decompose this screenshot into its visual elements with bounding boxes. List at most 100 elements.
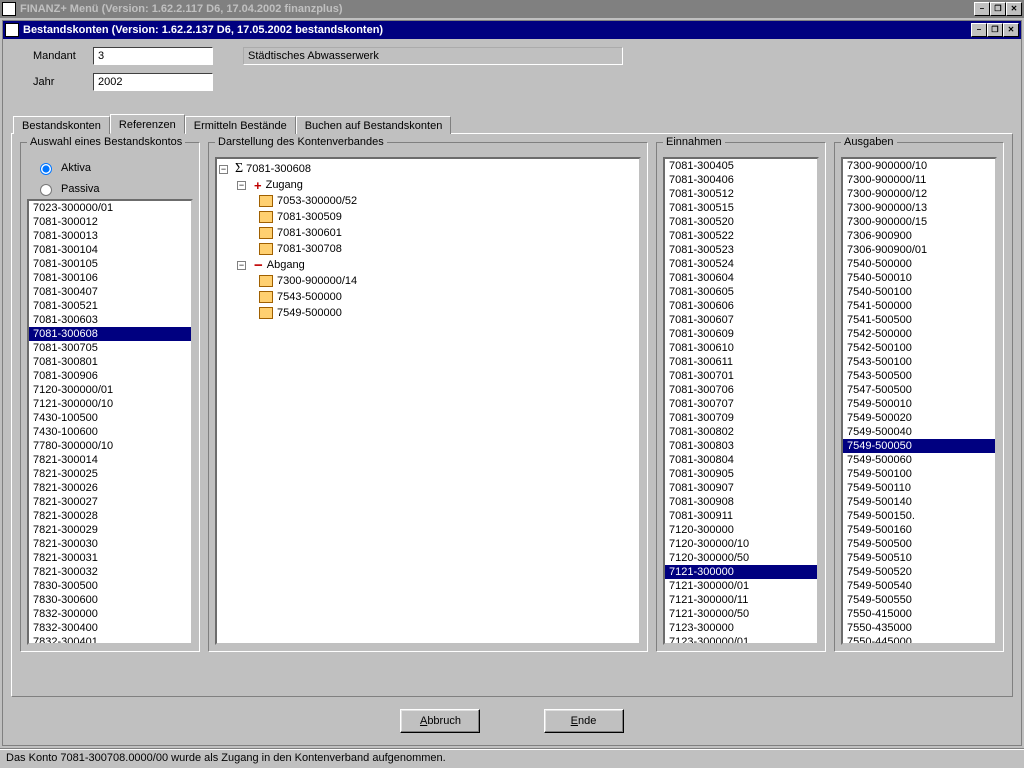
list-item[interactable]: 7549-500550 [843,593,995,607]
list-item[interactable]: 7549-500150. [843,509,995,523]
list-item[interactable]: 7081-300013 [29,229,191,243]
list-item[interactable]: 7081-300610 [665,341,817,355]
radio-passiva[interactable]: Passiva [35,181,185,196]
list-item[interactable]: 7081-300523 [665,243,817,257]
close-button[interactable]: ✕ [1006,2,1022,16]
list-item[interactable]: 7821-300025 [29,467,191,481]
list-item[interactable]: 7121-300000/01 [665,579,817,593]
list-item[interactable]: 7081-300709 [665,411,817,425]
mandant-input[interactable] [93,47,213,65]
tree-node[interactable]: 7081-300708 [219,241,637,257]
tree-node[interactable]: −Σ 7081-300608 [219,161,637,177]
list-item[interactable]: 7023-300000/01 [29,201,191,215]
tree-node[interactable]: 7543-500000 [219,289,637,305]
list-item[interactable]: 7300-900000/11 [843,173,995,187]
list-item[interactable]: 7830-300600 [29,593,191,607]
list-item[interactable]: 7821-300014 [29,453,191,467]
list-item[interactable]: 7549-500140 [843,495,995,509]
list-item[interactable]: 7081-300802 [665,425,817,439]
list-item[interactable]: 7550-415000 [843,607,995,621]
tree-node[interactable]: 7300-900000/14 [219,273,637,289]
tab-0[interactable]: Bestandskonten [13,116,110,134]
list-item[interactable]: 7081-300407 [29,285,191,299]
jahr-input[interactable] [93,73,213,91]
list-item[interactable]: 7821-300030 [29,537,191,551]
list-item[interactable]: 7081-300520 [665,215,817,229]
radio-aktiva[interactable]: Aktiva [35,160,185,175]
list-item[interactable]: 7830-300500 [29,579,191,593]
tree-node[interactable]: −+ Zugang [219,177,637,193]
list-item[interactable]: 7430-100500 [29,411,191,425]
collapse-icon[interactable]: − [219,165,228,174]
list-item[interactable]: 7549-500050 [843,439,995,453]
list-item[interactable]: 7549-500540 [843,579,995,593]
tab-1[interactable]: Referenzen [110,114,185,134]
list-item[interactable]: 7081-300701 [665,369,817,383]
list-item[interactable]: 7081-300605 [665,285,817,299]
list-item[interactable]: 7081-300911 [665,509,817,523]
list-item[interactable]: 7821-300029 [29,523,191,537]
list-item[interactable]: 7081-300515 [665,201,817,215]
list-item[interactable]: 7081-300611 [665,355,817,369]
tab-3[interactable]: Buchen auf Bestandskonten [296,116,452,134]
list-item[interactable]: 7541-500500 [843,313,995,327]
outer-titlebar[interactable]: FINANZ+ Menü (Version: 1.62.2.117 D6, 17… [0,0,1024,18]
list-item[interactable]: 7549-500100 [843,467,995,481]
list-item[interactable]: 7081-300707 [665,397,817,411]
list-item[interactable]: 7549-500160 [843,523,995,537]
ausgaben-listbox[interactable]: 7300-900000/107300-900000/117300-900000/… [841,157,997,645]
list-item[interactable]: 7081-300609 [665,327,817,341]
list-item[interactable]: 7541-500000 [843,299,995,313]
list-item[interactable]: 7540-500100 [843,285,995,299]
child-minimize-button[interactable]: – [971,23,987,37]
list-item[interactable]: 7821-300031 [29,551,191,565]
list-item[interactable]: 7542-500100 [843,341,995,355]
list-item[interactable]: 7549-500110 [843,481,995,495]
ende-button[interactable]: Ende [544,709,624,733]
list-item[interactable]: 7120-300000/50 [665,551,817,565]
list-item[interactable]: 7549-500520 [843,565,995,579]
list-item[interactable]: 7081-300906 [29,369,191,383]
list-item[interactable]: 7081-300106 [29,271,191,285]
list-item[interactable]: 7540-500000 [843,257,995,271]
child-close-button[interactable]: ✕ [1003,23,1019,37]
list-item[interactable]: 7549-500020 [843,411,995,425]
list-item[interactable]: 7081-300604 [665,271,817,285]
list-item[interactable]: 7306-900900/01 [843,243,995,257]
list-item[interactable]: 7081-300406 [665,173,817,187]
list-item[interactable]: 7543-500500 [843,369,995,383]
list-item[interactable]: 7081-300804 [665,453,817,467]
list-item[interactable]: 7081-300907 [665,481,817,495]
tree-node[interactable]: −− Abgang [219,257,637,273]
list-item[interactable]: 7081-300801 [29,355,191,369]
list-item[interactable]: 7549-500040 [843,425,995,439]
list-item[interactable]: 7081-300522 [665,229,817,243]
list-item[interactable]: 7120-300000 [665,523,817,537]
list-item[interactable]: 7821-300026 [29,481,191,495]
list-item[interactable]: 7832-300000 [29,607,191,621]
list-item[interactable]: 7821-300028 [29,509,191,523]
list-item[interactable]: 7121-300000/10 [29,397,191,411]
list-item[interactable]: 7081-300104 [29,243,191,257]
maximize-button[interactable]: ❐ [990,2,1006,16]
tree-node[interactable]: 7053-300000/52 [219,193,637,209]
list-item[interactable]: 7120-300000/01 [29,383,191,397]
list-item[interactable]: 7821-300032 [29,565,191,579]
list-item[interactable]: 7832-300400 [29,621,191,635]
list-item[interactable]: 7300-900000/12 [843,187,995,201]
collapse-icon[interactable]: − [237,261,246,270]
collapse-icon[interactable]: − [237,181,246,190]
list-item[interactable]: 7081-300521 [29,299,191,313]
list-item[interactable]: 7549-500010 [843,397,995,411]
minimize-button[interactable]: – [974,2,990,16]
child-maximize-button[interactable]: ❐ [987,23,1003,37]
list-item[interactable]: 7543-500100 [843,355,995,369]
tree-node[interactable]: 7081-300601 [219,225,637,241]
tree-view[interactable]: −Σ 7081-300608−+ Zugang 7053-300000/52 7… [215,157,641,645]
list-item[interactable]: 7081-300705 [29,341,191,355]
list-item[interactable]: 7547-500500 [843,383,995,397]
list-item[interactable]: 7300-900000/15 [843,215,995,229]
list-item[interactable]: 7300-900000/10 [843,159,995,173]
list-item[interactable]: 7081-300908 [665,495,817,509]
list-item[interactable]: 7123-300000/01 [665,635,817,645]
